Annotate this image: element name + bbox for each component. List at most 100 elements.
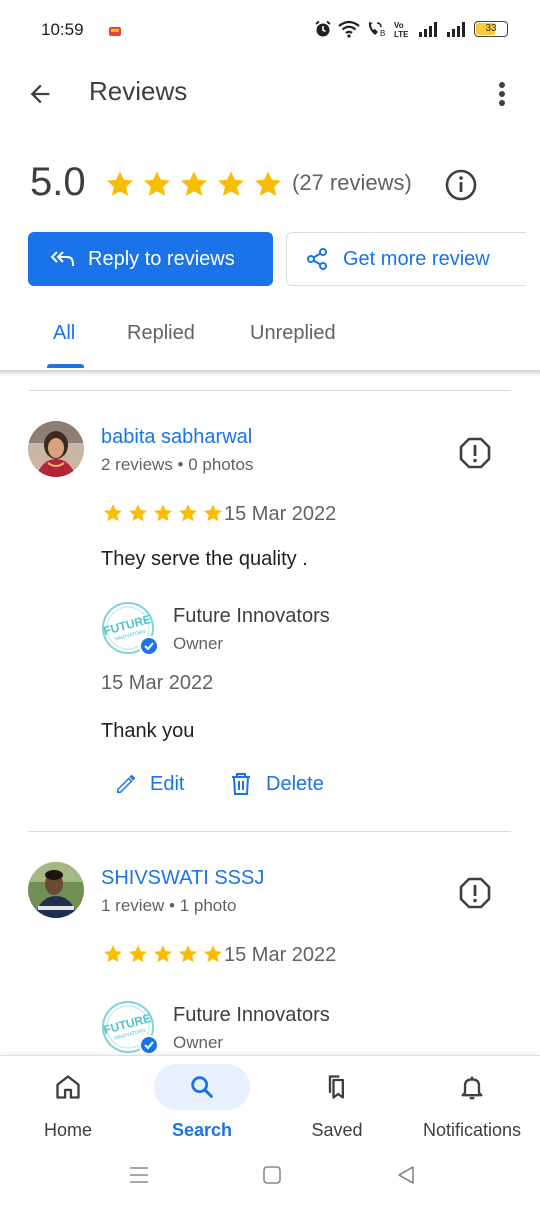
menu-icon — [130, 1167, 148, 1183]
review-text: They serve the quality . — [101, 548, 308, 570]
search-icon — [191, 1076, 213, 1098]
nav-home[interactable]: Home — [20, 1056, 116, 1149]
divider — [28, 390, 511, 391]
reply-date: 15 Mar 2022 — [101, 672, 214, 694]
nav-search-icon-wrap — [154, 1064, 250, 1110]
info-icon[interactable] — [444, 168, 478, 202]
pencil-icon — [117, 775, 135, 793]
owner-role: Owner — [173, 1033, 224, 1052]
volte-icon: Vo LTE — [394, 21, 409, 38]
report-icon[interactable] — [458, 876, 492, 910]
tab-indicator — [47, 364, 84, 368]
reply-to-reviews-label: Reply to reviews — [88, 247, 235, 270]
recents-button[interactable] — [126, 1162, 152, 1188]
review-stars — [102, 502, 224, 524]
app-notification-icon — [109, 27, 121, 36]
review-count: (27 reviews) — [292, 170, 412, 195]
nav-notifications-label: Notifications — [422, 1120, 522, 1140]
star-icon — [254, 171, 282, 196]
owner-logo: FUTURE INNOVATORS — [102, 1001, 157, 1055]
svg-text:Vo: Vo — [394, 21, 404, 30]
review-stars — [102, 943, 224, 965]
square-icon — [263, 1166, 281, 1184]
nav-home-icon-wrap — [20, 1064, 116, 1110]
nav-search[interactable]: Search — [154, 1056, 250, 1149]
reviewer-name[interactable]: SHIVSWATI SSSJ — [101, 867, 264, 890]
star-icon — [106, 171, 134, 196]
wifi-icon — [338, 20, 360, 38]
tab-all[interactable]: All — [53, 322, 75, 345]
reply-text: Thank you — [101, 720, 195, 742]
delete-reply-button[interactable]: Delete — [230, 772, 324, 796]
alarm-icon — [315, 20, 331, 37]
tab-replied[interactable]: Replied — [127, 322, 195, 345]
svg-text:LTE: LTE — [394, 30, 409, 38]
more-vert-icon — [499, 82, 505, 106]
nav-saved[interactable]: Saved — [289, 1056, 385, 1149]
signal-icon-2 — [447, 22, 465, 37]
star-icon — [129, 945, 147, 963]
edit-reply-button[interactable]: Edit — [114, 772, 184, 796]
star-icon — [204, 945, 222, 963]
star-icon — [129, 504, 147, 522]
rating-stars — [104, 168, 284, 200]
status-icons: B Vo LTE 33 — [314, 20, 508, 38]
back-button[interactable] — [22, 76, 58, 112]
star-icon — [204, 504, 222, 522]
triangle-back-icon — [398, 1166, 414, 1184]
delete-label: Delete — [266, 772, 324, 795]
reply-all-icon — [50, 251, 74, 266]
nav-search-label: Search — [171, 1120, 233, 1140]
avatar[interactable] — [28, 421, 84, 477]
star-icon — [179, 945, 197, 963]
edit-label: Edit — [150, 772, 185, 795]
bottom-navigation: Home Search Saved Notifications — [0, 1055, 540, 1148]
star-icon — [217, 171, 245, 196]
nav-home-label: Home — [43, 1120, 92, 1140]
review-tabs: All Replied Unreplied — [0, 300, 540, 370]
owner-name: Future Innovators — [173, 605, 330, 627]
app-bar: Reviews — [0, 62, 540, 124]
owner-logo: FUTURE INNOVATORS — [102, 602, 157, 656]
reviewer-name[interactable]: babita sabharwal — [101, 426, 252, 449]
reviewer-meta: 1 review • 1 photo — [101, 896, 237, 915]
home-icon — [56, 1075, 80, 1099]
system-navigation — [0, 1148, 540, 1206]
rating-value: 5.0 — [30, 160, 86, 204]
back-system-button[interactable] — [393, 1162, 419, 1188]
nav-saved-label: Saved — [311, 1120, 363, 1140]
star-icon — [180, 171, 208, 196]
reply-to-reviews-button[interactable]: Reply to reviews — [28, 232, 273, 286]
page-title: Reviews — [89, 76, 188, 106]
nav-notifications[interactable]: Notifications — [412, 1056, 532, 1149]
reviewer-meta: 2 reviews • 0 photos — [101, 455, 254, 474]
get-more-reviews-label: Get more review — [343, 247, 490, 270]
battery-level: 33 — [485, 23, 497, 34]
avatar-image — [28, 862, 84, 918]
owner-name: Future Innovators — [173, 1004, 330, 1026]
nav-saved-icon-wrap — [289, 1064, 385, 1110]
svg-text:B: B — [380, 29, 385, 38]
saved-icon — [328, 1075, 344, 1099]
avatar[interactable] — [28, 862, 84, 918]
owner-role: Owner — [173, 634, 224, 653]
status-time: 10:59 — [41, 20, 84, 39]
star-icon — [143, 171, 171, 196]
status-bar: 10:59 B Vo LTE 33 — [0, 0, 540, 62]
star-icon — [104, 945, 122, 963]
tabs-shadow — [0, 370, 540, 376]
back-arrow-icon — [30, 84, 50, 104]
report-icon[interactable] — [458, 436, 492, 470]
more-options-button[interactable] — [490, 76, 514, 112]
wifi-calling-icon: B — [368, 22, 385, 38]
share-icon — [307, 248, 327, 270]
review-date: 15 Mar 2022 — [224, 944, 337, 966]
battery-icon: 33 — [474, 21, 508, 37]
star-icon — [154, 945, 172, 963]
star-icon — [104, 504, 122, 522]
star-icon — [154, 504, 172, 522]
home-system-button[interactable] — [259, 1162, 285, 1188]
trash-icon — [232, 773, 250, 795]
get-more-reviews-button[interactable]: Get more review — [286, 232, 526, 286]
tab-unreplied[interactable]: Unreplied — [250, 322, 336, 345]
